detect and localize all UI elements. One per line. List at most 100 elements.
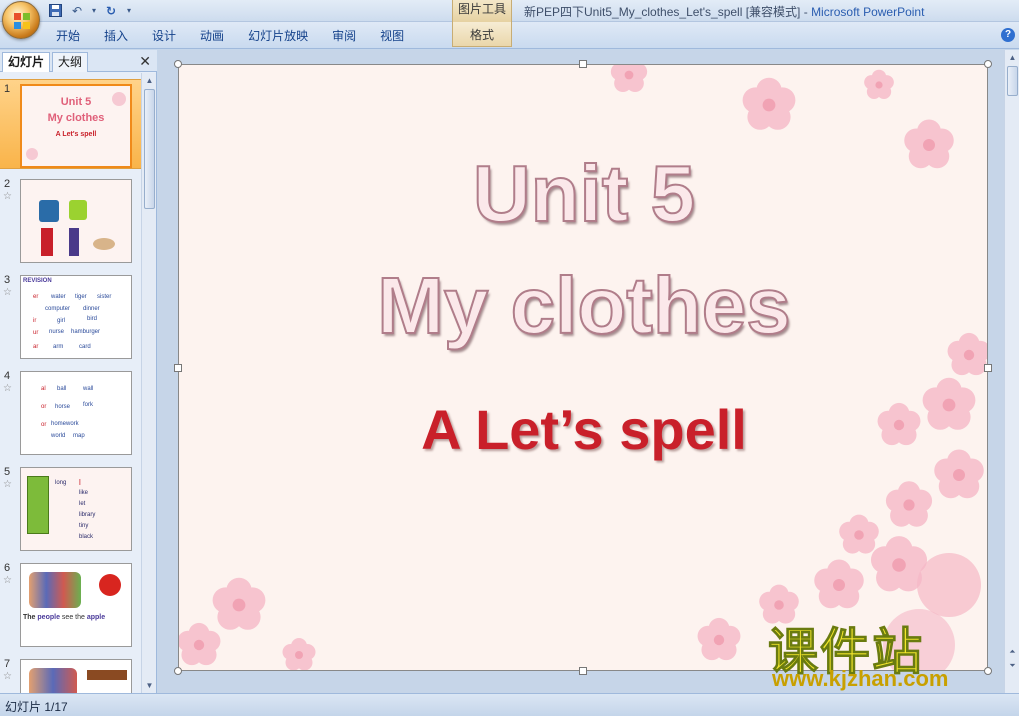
resize-handle[interactable]: [174, 667, 182, 675]
scroll-thumb[interactable]: [144, 89, 155, 209]
people-image: [29, 572, 81, 608]
window-title: 新PEP四下Unit5_My_clothes_Let's_spell [兼容模式…: [524, 3, 924, 20]
help-icon[interactable]: ?: [1001, 28, 1015, 42]
slide-scrollbar[interactable]: ▲ ⏶ ⏷: [1004, 50, 1019, 693]
thumb-line: long: [55, 480, 67, 486]
picture-tools-group-label: 图片工具: [452, 0, 512, 22]
slide-thumbnail-4[interactable]: 4 ☆ al ball wall or horse fork or homewo…: [0, 367, 141, 457]
slide-subtitle[interactable]: A Let’s spell: [179, 395, 987, 465]
tab-slides[interactable]: 幻灯片: [2, 52, 51, 72]
thumb-line: ar: [33, 344, 39, 350]
thumbnail-preview: REVISION er water tiger sister computer …: [20, 275, 132, 359]
slide-editing-area: Unit 5 My clothes A Let’s spell: [158, 50, 1004, 693]
tab-design[interactable]: 设计: [140, 27, 188, 47]
thumb-line: arm: [53, 344, 64, 350]
thumbnail-number: 5: [4, 466, 11, 478]
slide-counter: 幻灯片 1/17: [5, 700, 68, 714]
resize-handle[interactable]: [984, 60, 992, 68]
slide-thumbnail-1[interactable]: 1 Unit 5 My clothes A Let's spell: [0, 79, 141, 169]
blossom-decoration: [26, 148, 38, 160]
thumb-line: fork: [83, 402, 94, 408]
thumbnail-scrollbar[interactable]: ▲ ▼: [141, 73, 156, 693]
tab-slide-show[interactable]: 幻灯片放映: [236, 27, 320, 47]
animation-icon: ☆: [3, 479, 12, 490]
thumb-line: map: [73, 433, 85, 439]
animation-icon: ☆: [3, 575, 12, 586]
resize-handle[interactable]: [579, 60, 587, 68]
slide-title-line2[interactable]: My clothes: [179, 260, 987, 351]
resize-handle[interactable]: [984, 364, 992, 372]
tab-animations[interactable]: 动画: [188, 27, 236, 47]
thumbnail-number: 7: [4, 658, 11, 670]
resize-handle[interactable]: [174, 60, 182, 68]
thumbnail-preview: The people see the apple: [20, 563, 132, 647]
thumb-line: A Let's spell: [55, 131, 97, 138]
tab-home[interactable]: 开始: [44, 27, 92, 47]
undo-dropdown-icon[interactable]: ▾: [90, 2, 98, 19]
tab-view[interactable]: 视图: [368, 27, 416, 47]
scroll-up-arrow-icon[interactable]: ▲: [142, 73, 157, 88]
pane-tabs: 幻灯片 大纲 ✕: [0, 50, 157, 72]
animation-icon: ☆: [3, 671, 12, 682]
thumb-line: black: [79, 534, 94, 540]
thumbnail-number: 6: [4, 562, 11, 574]
thumb-word: The: [23, 614, 36, 621]
thumb-line: girl: [57, 318, 66, 324]
customize-toolbar-icon[interactable]: ▾: [124, 2, 134, 19]
thumb-line: or: [41, 404, 47, 410]
slide-title-line1[interactable]: Unit 5: [179, 148, 987, 239]
undo-icon[interactable]: ↶: [68, 2, 86, 19]
next-slide-icon[interactable]: ⏷: [1005, 658, 1019, 673]
animation-icon: ☆: [3, 287, 12, 298]
clothing-jacket-image: [39, 200, 59, 222]
slide-canvas[interactable]: Unit 5 My clothes A Let’s spell: [178, 64, 988, 671]
thumb-line: world: [51, 433, 66, 439]
slides-pane: 幻灯片 大纲 ✕ 1 Unit 5 My clothes A Let's spe…: [0, 50, 157, 693]
thumb-line: tiny: [79, 523, 89, 529]
thumbnail-preview: [20, 179, 132, 263]
thumb-word: see: [61, 614, 74, 621]
thumb-line: ball: [57, 386, 67, 392]
redo-icon[interactable]: ↻: [102, 2, 120, 19]
thumbnail-number: 2: [4, 178, 11, 190]
scroll-up-arrow-icon[interactable]: ▲: [1005, 50, 1019, 65]
apple-image: [99, 574, 121, 596]
office-logo-icon: [14, 13, 30, 29]
slide-thumbnail-5[interactable]: 5 ☆ long l like let library tiny black: [0, 463, 141, 553]
tab-format[interactable]: 格式: [452, 22, 512, 47]
previous-slide-icon[interactable]: ⏶: [1005, 644, 1019, 659]
scroll-thumb[interactable]: [1007, 66, 1018, 96]
resize-handle[interactable]: [174, 364, 182, 372]
blossom-decoration: [112, 92, 126, 106]
slide-thumbnails: 1 Unit 5 My clothes A Let's spell 2 ☆ 3 …: [0, 73, 141, 693]
thumbnail-preview: Unit 5 My clothes A Let's spell: [20, 84, 132, 168]
title-bar: ↶ ▾ ↻ ▾ 图片工具 新PEP四下Unit5_My_clothes_Let'…: [0, 0, 1019, 22]
slide-thumbnail-3[interactable]: 3 ☆ REVISION er water tiger sister compu…: [0, 271, 141, 361]
slide-thumbnail-2[interactable]: 2 ☆: [0, 175, 141, 265]
thumb-line: My clothes: [47, 112, 105, 124]
tab-review[interactable]: 审阅: [320, 27, 368, 47]
app-name: Microsoft PowerPoint: [811, 5, 925, 19]
thumb-line: like: [79, 490, 89, 496]
save-icon[interactable]: [46, 2, 64, 19]
close-pane-icon[interactable]: ✕: [139, 53, 151, 70]
resize-handle[interactable]: [579, 667, 587, 675]
tab-insert[interactable]: 插入: [92, 27, 140, 47]
slide-thumbnail-7[interactable]: 7 ☆: [0, 655, 141, 693]
scroll-down-arrow-icon[interactable]: ▼: [142, 678, 157, 693]
thumb-line: computer: [45, 306, 71, 312]
thumb-line: ir: [33, 318, 37, 324]
ribbon: 开始 插入 设计 动画 幻灯片放映 审阅 视图 格式 ?: [0, 22, 1019, 49]
animation-icon: ☆: [3, 191, 12, 202]
thumb-line: REVISION: [23, 278, 52, 284]
thumb-line: homework: [51, 421, 79, 427]
office-button[interactable]: [2, 1, 40, 39]
thumb-line: horse: [55, 404, 71, 410]
clothing-shirt-image: [69, 200, 87, 220]
thumb-line: or: [41, 422, 47, 428]
thumb-line: water: [51, 294, 66, 300]
tab-outline[interactable]: 大纲: [52, 52, 89, 72]
slide-thumbnail-6[interactable]: 6 ☆ The people see the apple: [0, 559, 141, 649]
clothing-hat-image: [93, 238, 115, 250]
thumb-line: hamburger: [71, 329, 101, 335]
